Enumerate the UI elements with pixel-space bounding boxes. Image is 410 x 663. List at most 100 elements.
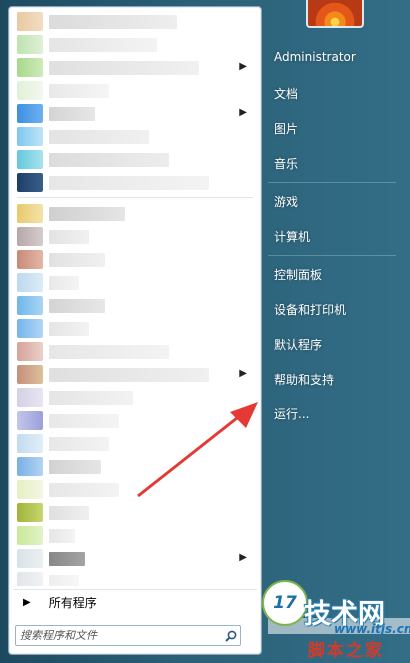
blurred-label: [49, 152, 169, 167]
submenu-arrow-icon: ▶: [239, 552, 247, 563]
all-programs-button[interactable]: ▶ 所有程序: [13, 589, 257, 614]
programs-divider: [17, 197, 253, 198]
search-box[interactable]: [15, 625, 241, 646]
program-icon: [17, 572, 43, 586]
blurred-label: [49, 37, 157, 52]
blurred-label: [49, 229, 89, 244]
music-link[interactable]: 音乐: [274, 155, 298, 172]
program-icon: [17, 388, 43, 407]
program-icon: [17, 411, 43, 430]
blurred-label: [49, 413, 119, 428]
search-input[interactable]: [16, 627, 222, 644]
programs-panel: ▶ ▶ ▶ ▶ ▶ 所有程序 搜索程序和文件: [8, 6, 262, 655]
blurred-label: [49, 321, 89, 336]
blurred-label: [49, 83, 109, 98]
program-icon: [17, 250, 43, 269]
run-link[interactable]: 运行...: [274, 405, 309, 422]
user-picture-icon[interactable]: [306, 0, 364, 28]
blurred-label: [49, 574, 79, 586]
program-icon: [17, 12, 43, 31]
devices-printers-link[interactable]: 设备和打印机: [274, 301, 346, 318]
program-item[interactable]: [13, 318, 257, 339]
annotation-arrow-icon: [137, 402, 258, 498]
program-icon: [17, 434, 43, 453]
default-programs-link[interactable]: 默认程序: [274, 336, 322, 353]
start-menu: ▶ ▶ ▶ ▶ ▶ 所有程序 搜索程序和文件 Administrator 文档 …: [0, 0, 410, 663]
blurred-label: [49, 129, 149, 144]
blurred-label: [49, 106, 95, 121]
program-item[interactable]: ▶: [13, 57, 257, 78]
program-item[interactable]: [13, 341, 257, 362]
user-name-link[interactable]: Administrator: [274, 50, 356, 64]
computer-link[interactable]: 计算机: [274, 228, 310, 245]
program-icon: [17, 296, 43, 315]
games-link[interactable]: 游戏: [274, 193, 298, 210]
program-icon: [17, 480, 43, 499]
submenu-arrow-icon: ▶: [239, 107, 247, 118]
program-icon: [17, 104, 43, 123]
blurred-label: [49, 505, 89, 520]
program-item[interactable]: ▶: [13, 103, 257, 124]
pictures-link[interactable]: 图片: [274, 120, 298, 137]
program-item[interactable]: [13, 272, 257, 293]
blurred-label: [49, 275, 79, 290]
blurred-label: [49, 528, 75, 543]
help-support-link[interactable]: 帮助和支持: [274, 371, 334, 388]
watermark-bottom-text: 脚本之家: [308, 641, 384, 661]
program-item[interactable]: [13, 34, 257, 55]
right-divider: [268, 182, 396, 183]
program-icon: [17, 204, 43, 223]
program-icon: [17, 526, 43, 545]
search-icon[interactable]: [222, 627, 240, 645]
program-item[interactable]: ▶: [13, 364, 257, 385]
submenu-arrow-icon: ▶: [239, 61, 247, 72]
program-icon: [17, 58, 43, 77]
blurred-label: [49, 459, 101, 474]
watermark-badge-text: 17: [273, 593, 297, 613]
program-item[interactable]: ▶: [13, 548, 257, 569]
submenu-arrow-icon: ▶: [239, 368, 247, 379]
program-item[interactable]: [13, 203, 257, 224]
blurred-label: [49, 390, 133, 405]
program-item[interactable]: [13, 249, 257, 270]
blurred-label: [49, 252, 105, 267]
program-icon: [17, 457, 43, 476]
blurred-label: [49, 367, 209, 382]
program-item[interactable]: [13, 502, 257, 523]
program-icon: [17, 365, 43, 384]
watermark-url: www.itjs.cn: [334, 622, 410, 636]
program-icon: [17, 549, 43, 568]
program-item[interactable]: [13, 295, 257, 316]
program-item[interactable]: [13, 149, 257, 170]
program-item[interactable]: [13, 11, 257, 32]
program-item[interactable]: [13, 525, 257, 546]
program-icon: [17, 273, 43, 292]
program-icon: [17, 227, 43, 246]
program-item[interactable]: [13, 172, 257, 193]
blurred-label: [49, 298, 105, 313]
expand-arrow-icon: ▶: [23, 596, 31, 608]
blurred-label: [49, 175, 209, 190]
program-item[interactable]: [13, 571, 257, 586]
program-icon: [17, 150, 43, 169]
program-item[interactable]: [13, 126, 257, 147]
control-panel-link[interactable]: 控制面板: [274, 266, 322, 283]
blurred-label: [49, 206, 125, 221]
program-icon: [17, 319, 43, 338]
program-icon: [17, 81, 43, 100]
program-icon: [17, 127, 43, 146]
blurred-label: [49, 436, 109, 451]
blurred-label: [49, 60, 199, 75]
program-item[interactable]: [13, 80, 257, 101]
blurred-label: [49, 344, 169, 359]
program-item[interactable]: [13, 226, 257, 247]
documents-link[interactable]: 文档: [274, 85, 298, 102]
blurred-label: [49, 482, 119, 497]
right-divider: [268, 255, 396, 256]
blurred-label: [49, 551, 85, 566]
program-icon: [17, 503, 43, 522]
watermark-badge: 17: [262, 580, 308, 626]
program-icon: [17, 173, 43, 192]
program-icon: [17, 342, 43, 361]
all-programs-label: 所有程序: [48, 595, 97, 610]
